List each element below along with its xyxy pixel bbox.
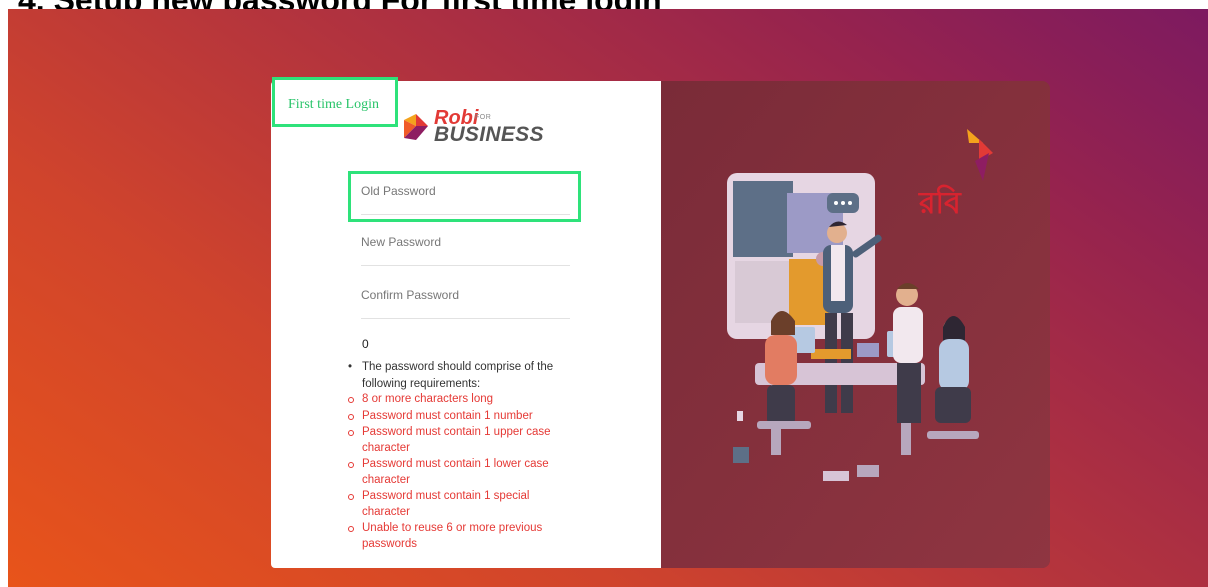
team-meeting-illustration: রবি bbox=[661, 81, 1050, 568]
robi-logo-icon bbox=[404, 114, 428, 140]
requirements-list: 8 or more characters long Password must … bbox=[348, 392, 568, 553]
circle-bullet-icon bbox=[348, 526, 354, 532]
requirement-item: Password must contain 1 special characte… bbox=[348, 489, 568, 520]
circle-bullet-icon bbox=[348, 462, 354, 468]
circle-bullet-icon bbox=[348, 430, 354, 436]
robi-business-logo: Robi FOR BUSINESS bbox=[402, 108, 543, 148]
requirement-item: Password must contain 1 lower case chara… bbox=[348, 457, 568, 488]
requirement-item: Password must contain 1 upper case chara… bbox=[348, 425, 568, 456]
requirement-item: Unable to reuse 6 or more previous passw… bbox=[348, 521, 568, 552]
new-password-input[interactable] bbox=[361, 235, 570, 249]
confirm-password-field bbox=[361, 278, 570, 319]
old-password-highlight bbox=[348, 171, 581, 222]
logo-for-text: FOR bbox=[475, 114, 492, 121]
circle-bullet-icon bbox=[348, 494, 354, 500]
requirement-item: 8 or more characters long bbox=[348, 392, 568, 408]
requirements-intro: • The password should comprise of the fo… bbox=[348, 359, 568, 393]
first-time-login-annotation: First time Login bbox=[272, 77, 398, 127]
new-password-field bbox=[361, 225, 570, 266]
circle-bullet-icon bbox=[348, 397, 354, 403]
illustration-panel: রবি bbox=[661, 81, 1050, 568]
confirm-password-input[interactable] bbox=[361, 288, 570, 302]
requirements-intro-text: The password should comprise of the foll… bbox=[362, 361, 554, 390]
logo-tagline-text: BUSINESS bbox=[434, 123, 544, 146]
circle-bullet-icon bbox=[348, 413, 354, 420]
bullet-icon: • bbox=[348, 361, 353, 373]
svg-text:রবি: রবি bbox=[918, 184, 962, 221]
password-length-counter: 0 bbox=[362, 337, 369, 351]
requirement-item: Password must contain 1 number bbox=[348, 409, 568, 425]
